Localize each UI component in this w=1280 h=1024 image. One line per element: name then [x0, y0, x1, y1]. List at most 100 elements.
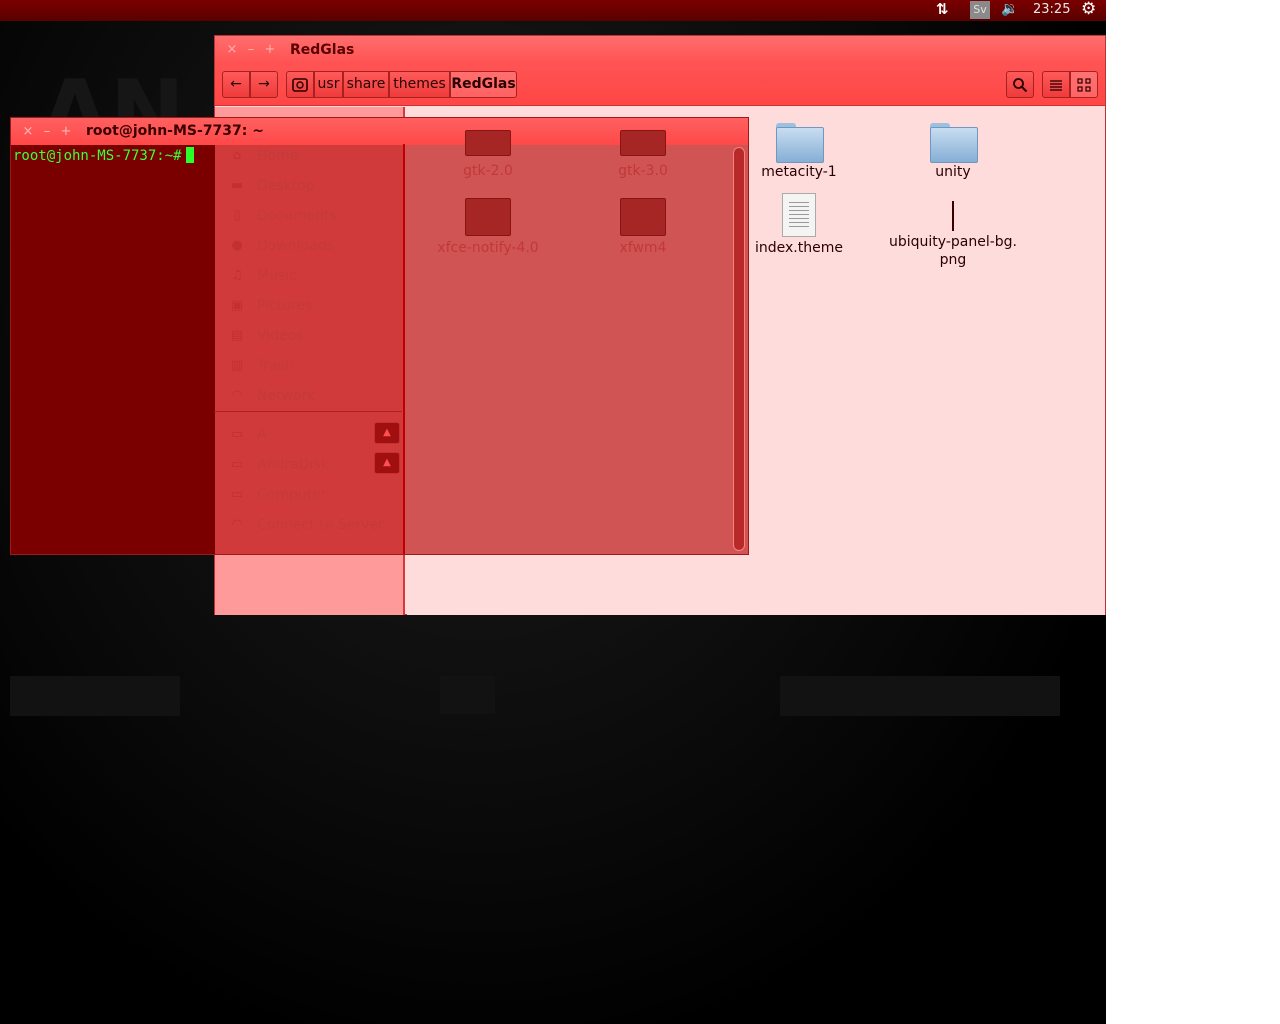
sidebar-item-computer[interactable]: ▭ Computer: [214, 484, 404, 514]
sidebar-item-label: Connect to Server: [257, 517, 384, 533]
breadcrumb-redglas[interactable]: RedGlas: [450, 71, 517, 98]
grid-view-button[interactable]: [1070, 71, 1098, 98]
sidebar-item-label: Trash: [257, 358, 294, 374]
gear-icon[interactable]: ⚙: [1081, 0, 1101, 21]
file-label: unity: [935, 164, 971, 180]
folder-icon: [465, 198, 511, 236]
file-item[interactable]: index.theme: [729, 193, 869, 257]
speaker-icon[interactable]: 🔉: [1001, 0, 1023, 21]
sidebar-item-label: Music: [257, 268, 297, 284]
sidebar-item-documents[interactable]: ▯ Documents: [214, 205, 404, 235]
document-icon: [782, 193, 816, 237]
sidebar-item-music[interactable]: ♫ Music: [214, 265, 404, 295]
sidebar-item-label: Network: [257, 388, 316, 404]
sidebar-border: [403, 144, 405, 554]
sidebar-item-label: Home: [257, 148, 299, 164]
folder-label[interactable]: xfwm4: [573, 240, 713, 256]
documents-icon: ▯: [233, 208, 241, 223]
breadcrumb-usr[interactable]: usr: [314, 71, 343, 98]
sidebar-item-connect-server[interactable]: ◠ Connect to Server: [214, 514, 404, 544]
eject-icon[interactable]: ▲: [374, 422, 400, 444]
folder-icon: [620, 130, 666, 156]
sidebar-item-label: Pictures: [257, 298, 313, 314]
folder-item[interactable]: unity: [883, 123, 1023, 181]
network-updown-icon[interactable]: ⇅: [936, 0, 958, 21]
terminal-background: [11, 145, 215, 554]
server-icon: ◠: [231, 517, 243, 532]
minimize-icon[interactable]: –: [40, 123, 54, 141]
sidebar-item-label: Videos: [257, 328, 304, 344]
sidebar-item-videos[interactable]: ▤ Videos: [214, 325, 404, 355]
downloads-icon: ●: [231, 238, 243, 253]
back-button[interactable]: ←: [222, 71, 250, 98]
sidebar-divider: [214, 411, 402, 412]
prompt-text: root@john-MS-7737:~#: [13, 148, 182, 164]
search-icon: [1013, 78, 1028, 93]
forward-button[interactable]: →: [250, 71, 278, 98]
minimize-icon[interactable]: –: [244, 41, 258, 59]
sidebar-item-downloads[interactable]: ● Downloads: [214, 235, 404, 265]
pictures-icon: ▣: [230, 298, 244, 313]
file-manager-titlebar[interactable]: × – + RedGlas: [215, 36, 1105, 64]
close-icon[interactable]: ×: [225, 41, 239, 59]
image-icon: [952, 201, 954, 231]
list-view-icon: [1050, 80, 1062, 91]
arrow-right-icon: →: [258, 76, 270, 92]
terminal-prompt[interactable]: root@john-MS-7737:~#: [13, 147, 194, 164]
eject-icon[interactable]: ▲: [374, 452, 400, 474]
drive-icon: ▭: [230, 457, 244, 472]
top-panel: ⇅ Sv 🔉 23:25 ⚙: [0, 0, 1106, 21]
sidebar-item-andradisk[interactable]: ▭ AndraDisk ▲: [214, 452, 404, 484]
wallpaper-decoration: [440, 676, 495, 714]
wallpaper-decoration: [10, 676, 180, 716]
text-cursor: [185, 147, 194, 163]
keyboard-layout-indicator[interactable]: Sv: [970, 1, 990, 19]
folder-item[interactable]: metacity-1: [729, 123, 869, 181]
hard-disk-icon: [292, 78, 308, 92]
sidebar-item-trash[interactable]: ▥ Trash: [214, 355, 404, 385]
maximize-icon[interactable]: +: [59, 123, 73, 141]
file-label: index.theme: [755, 240, 843, 256]
folder-label[interactable]: xfce-notify-4.0: [418, 240, 558, 256]
sidebar-item-label: A: [257, 427, 267, 443]
videos-icon: ▤: [230, 328, 244, 343]
network-icon: ◠: [231, 388, 243, 403]
sidebar-item-desktop[interactable]: ▬ Desktop: [214, 175, 404, 205]
terminal-title: root@john-MS-7737: ~: [86, 123, 264, 139]
terminal-scrollbar[interactable]: [733, 147, 745, 551]
trash-icon: ▥: [230, 358, 244, 373]
home-icon: ⌂: [232, 148, 242, 163]
desktop-screen: AN ⇅ Sv 🔉 23:25 ⚙ × – + RedGlas ← → usr …: [0, 0, 1106, 1024]
sidebar-item-label: Desktop: [257, 178, 315, 194]
sidebar-item-label: Computer: [257, 487, 327, 503]
file-item[interactable]: ubiquity-panel-bg. png: [883, 193, 1023, 269]
maximize-icon[interactable]: +: [263, 41, 277, 59]
breadcrumb-root[interactable]: [286, 71, 314, 98]
close-icon[interactable]: ×: [21, 123, 35, 141]
clock[interactable]: 23:25: [1033, 0, 1073, 21]
breadcrumb-themes[interactable]: themes: [389, 71, 450, 98]
window-title: RedGlas: [290, 42, 355, 58]
search-button[interactable]: [1006, 71, 1034, 98]
list-view-button[interactable]: [1042, 71, 1070, 98]
sidebar-item-home[interactable]: ⌂ Home: [214, 145, 404, 175]
sidebar-item-drive-a[interactable]: ▭ A ▲: [214, 422, 404, 454]
folder-icon: [776, 123, 824, 163]
desktop-icon: ▬: [230, 178, 244, 193]
sidebar-item-pictures[interactable]: ▣ Pictures: [214, 295, 404, 325]
folder-label[interactable]: gtk-2.0: [418, 163, 558, 179]
sidebar-item-label: AndraDisk: [257, 457, 329, 473]
file-manager-toolbar: ← → usr share themes RedGlas: [215, 64, 1105, 106]
sidebar-item-label: Downloads: [257, 238, 334, 254]
wallpaper-decoration: [780, 676, 1060, 716]
drive-icon: ▭: [230, 427, 244, 442]
file-label: metacity-1: [761, 164, 837, 180]
grid-view-icon: [1077, 78, 1091, 92]
breadcrumb-share[interactable]: share: [343, 71, 389, 98]
sidebar-item-label: Documents: [257, 208, 337, 224]
arrow-left-icon: ←: [230, 76, 242, 92]
music-icon: ♫: [231, 268, 243, 283]
folder-label[interactable]: gtk-3.0: [573, 163, 713, 179]
file-label: ubiquity-panel-bg. png: [889, 234, 1017, 268]
folder-icon: [930, 123, 978, 163]
